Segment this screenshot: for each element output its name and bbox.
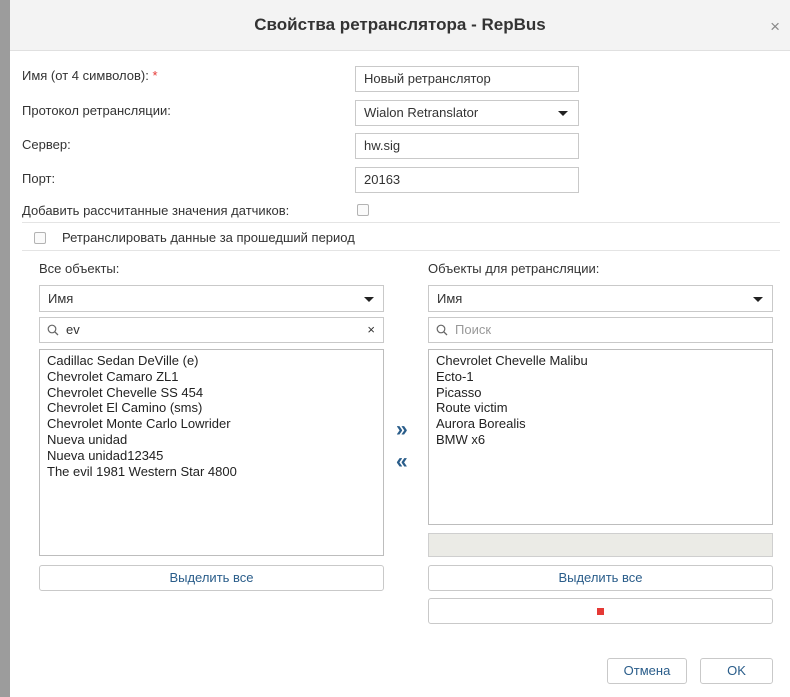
- add-to-retranslation-button[interactable]: »: [396, 419, 408, 440]
- remove-all-button[interactable]: [428, 598, 773, 624]
- server-input[interactable]: hw.sig: [355, 133, 579, 159]
- retranslate-past-label: Ретранслировать данные за прошедший пери…: [62, 230, 355, 245]
- chevron-down-icon: [753, 297, 763, 302]
- retranslation-objects-list[interactable]: Chevrolet Chevelle Malibu Ecto-1 Picasso…: [428, 349, 773, 525]
- all-objects-list[interactable]: Cadillac Sedan DeVille (e) Chevrolet Cam…: [39, 349, 384, 556]
- name-input[interactable]: Новый ретранслятор: [355, 66, 579, 92]
- name-label: Имя (от 4 символов): *: [22, 68, 158, 83]
- list-item[interactable]: Chevrolet Chevelle Malibu: [436, 353, 765, 369]
- right-sort-value: Имя: [437, 291, 463, 306]
- list-item[interactable]: Chevrolet Camaro ZL1: [47, 369, 376, 385]
- name-label-text: Имя (от 4 символов):: [22, 68, 149, 83]
- list-item[interactable]: Nueva unidad12345: [47, 448, 376, 464]
- all-objects-label: Все объекты:: [39, 261, 120, 276]
- chevron-down-icon: [364, 297, 374, 302]
- left-select-all-button[interactable]: Выделить все: [39, 565, 384, 591]
- retranslate-past-checkbox[interactable]: [34, 232, 46, 244]
- left-sort-value: Имя: [48, 291, 74, 306]
- search-icon: [436, 324, 448, 336]
- clear-search-icon[interactable]: ×: [367, 318, 375, 342]
- left-search-input[interactable]: ev ×: [39, 317, 384, 343]
- background-window-edge: [0, 0, 10, 697]
- list-item[interactable]: The evil 1981 Western Star 4800: [47, 464, 376, 480]
- right-search-input[interactable]: Поиск: [428, 317, 773, 343]
- divider: [22, 250, 780, 251]
- list-item[interactable]: Chevrolet El Camino (sms): [47, 400, 376, 416]
- dialog-title: Свойства ретранслятора - RepBus: [254, 15, 546, 34]
- port-label: Порт:: [22, 171, 56, 186]
- right-select-all-button[interactable]: Выделить все: [428, 565, 773, 591]
- protocol-select[interactable]: Wialon Retranslator: [355, 100, 579, 126]
- protocol-select-value: Wialon Retranslator: [364, 105, 479, 120]
- required-mark: *: [152, 68, 158, 83]
- cancel-button[interactable]: Отмена: [607, 658, 687, 684]
- search-icon: [47, 324, 59, 336]
- add-sensors-label: Добавить рассчитанные значения датчиков:: [22, 203, 290, 218]
- retranslator-properties-dialog: Свойства ретранслятора - RepBus × Имя (о…: [10, 0, 790, 697]
- close-icon[interactable]: ×: [770, 18, 780, 35]
- list-item[interactable]: Picasso: [436, 385, 765, 401]
- left-sort-select[interactable]: Имя: [39, 285, 384, 312]
- list-item[interactable]: Chevrolet Chevelle SS 454: [47, 385, 376, 401]
- list-item[interactable]: Chevrolet Monte Carlo Lowrider: [47, 416, 376, 432]
- right-sort-select[interactable]: Имя: [428, 285, 773, 312]
- port-input[interactable]: 20163: [355, 167, 579, 193]
- list-item[interactable]: Route victim: [436, 400, 765, 416]
- left-search-value: ev: [66, 322, 80, 337]
- chevron-down-icon: [558, 111, 568, 116]
- retranslation-objects-label: Объекты для ретрансляции:: [428, 261, 600, 276]
- protocol-label: Протокол ретрансляции:: [22, 103, 171, 118]
- list-item[interactable]: Cadillac Sedan DeVille (e): [47, 353, 376, 369]
- remove-from-retranslation-button[interactable]: «: [396, 451, 408, 472]
- right-search-placeholder: Поиск: [455, 322, 492, 337]
- server-label: Сервер:: [22, 137, 71, 152]
- ok-button[interactable]: OK: [700, 658, 773, 684]
- list-item[interactable]: Ecto-1: [436, 369, 765, 385]
- red-square-icon: [597, 608, 604, 615]
- list-item[interactable]: Aurora Borealis: [436, 416, 765, 432]
- divider: [22, 222, 780, 223]
- dialog-title-bar[interactable]: Свойства ретранслятора - RepBus ×: [10, 0, 790, 51]
- list-item[interactable]: BMW x6: [436, 432, 765, 448]
- disabled-field: [428, 533, 773, 557]
- add-sensors-checkbox[interactable]: [357, 204, 369, 216]
- list-item[interactable]: Nueva unidad: [47, 432, 376, 448]
